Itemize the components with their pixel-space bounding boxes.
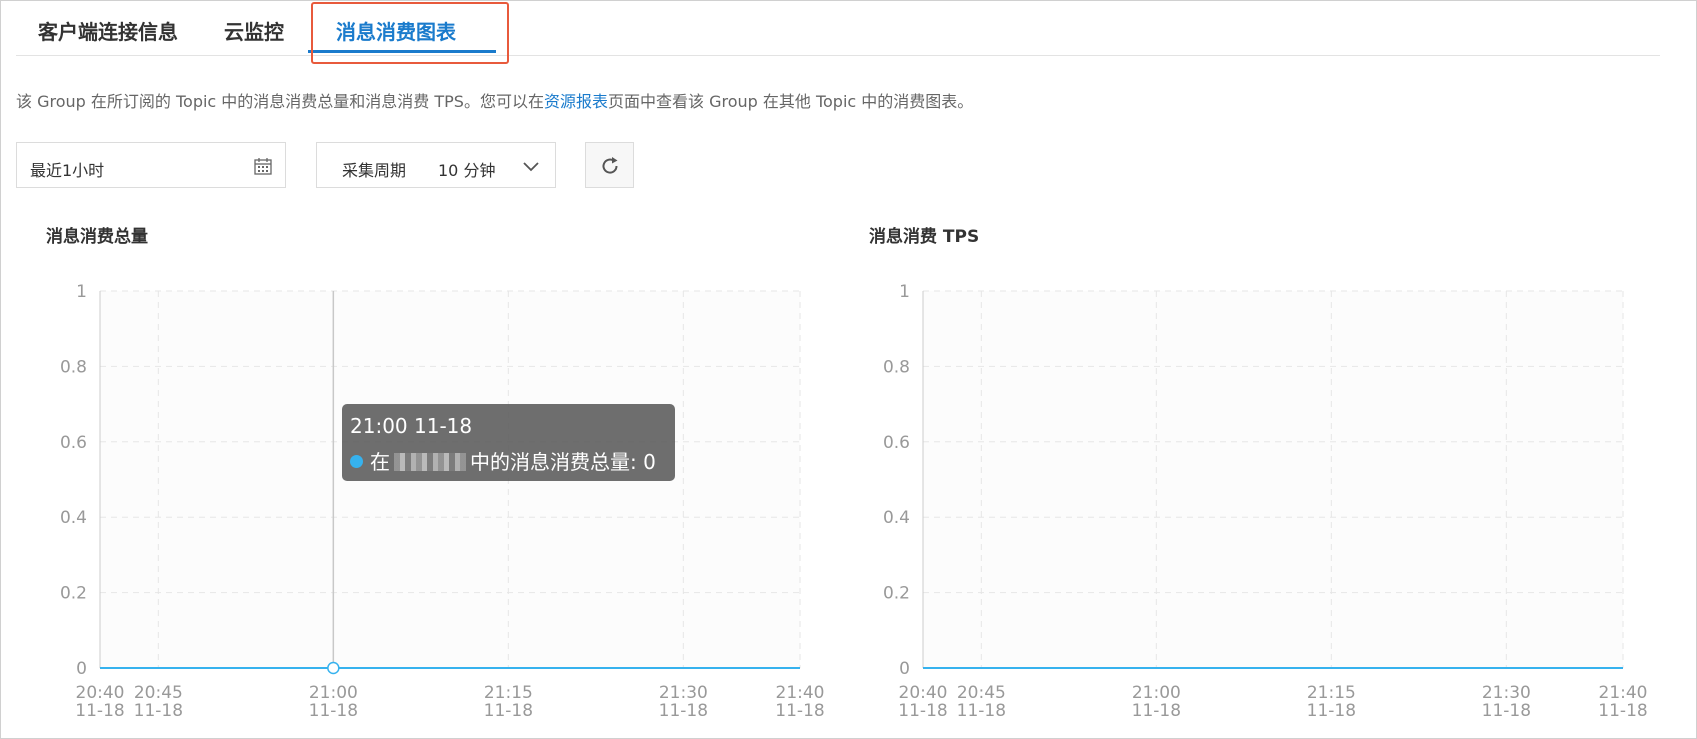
x-tick-time: 21:15	[484, 683, 533, 703]
y-tick-label: 0.4	[883, 508, 910, 528]
y-tick-label: 0.8	[883, 357, 910, 377]
x-tick-date: 11-18	[484, 701, 533, 721]
period-label: 采集周期	[342, 161, 407, 180]
tab-cloud-monitor[interactable]: 云监控	[224, 16, 284, 45]
chevron-down-icon	[523, 162, 539, 172]
x-tick-time: 21:00	[1132, 683, 1181, 703]
hover-point	[327, 661, 340, 675]
period-select[interactable]: 采集周期 10 分钟	[316, 142, 556, 188]
period-value: 10 分钟	[438, 161, 496, 180]
chart-consumption-tps: 00.20.40.60.8120:4011-1820:4511-1821:001…	[883, 282, 1648, 721]
x-tick-time: 21:30	[659, 683, 708, 703]
refresh-button[interactable]	[585, 142, 634, 188]
x-tick-time: 20:40	[899, 683, 948, 703]
tab-highlight-box	[311, 2, 509, 64]
x-tick-date: 11-18	[775, 701, 824, 721]
tooltip-value-row: 在 中的消息消费总量: 0	[350, 446, 656, 475]
calendar-icon	[254, 158, 272, 175]
tooltip-prefix: 在	[370, 450, 390, 474]
x-tick-date: 11-18	[309, 701, 358, 721]
series-color-dot	[350, 455, 363, 468]
refresh-icon	[602, 157, 618, 174]
date-range-value: 最近1小时	[30, 161, 105, 180]
tooltip-suffix: 中的消息消费总量: 0	[470, 450, 656, 474]
y-tick-label: 0.2	[60, 584, 87, 604]
plot-area	[923, 291, 1623, 668]
x-tick-date: 11-18	[1482, 701, 1531, 721]
description-text-before: 该 Group 在所订阅的 Topic 中的消息消费总量和消息消费 TPS。您可…	[16, 92, 544, 111]
y-tick-label: 0.8	[60, 357, 87, 377]
resource-report-link[interactable]: 资源报表	[544, 92, 608, 111]
x-tick-date: 11-18	[1598, 701, 1647, 721]
date-range-picker[interactable]: 最近1小时	[16, 142, 286, 188]
y-tick-label: 0	[899, 659, 910, 679]
redacted-topic-name	[394, 453, 466, 471]
y-tick-label: 0	[76, 659, 87, 679]
y-tick-label: 1	[76, 282, 87, 302]
x-tick-time: 20:45	[957, 683, 1006, 703]
x-tick-date: 11-18	[957, 701, 1006, 721]
chart-title-total: 消息消费总量	[46, 227, 148, 247]
tab-bar: 客户端连接信息 云监控 消息消费图表	[16, 0, 1660, 56]
chart-consumption-total: 00.20.40.60.8120:4011-1820:4511-1821:001…	[60, 282, 825, 721]
description-text-after: 页面中查看该 Group 在其他 Topic 中的消费图表。	[607, 92, 974, 111]
x-tick-date: 11-18	[75, 701, 124, 721]
chart-tooltip: 21:00 11-18 在 中的消息消费总量: 0	[342, 404, 675, 481]
y-tick-label: 0.4	[60, 508, 87, 528]
tab-client-connections[interactable]: 客户端连接信息	[38, 16, 178, 45]
x-tick-time: 21:40	[776, 683, 825, 703]
tooltip-time: 21:00 11-18	[350, 414, 473, 438]
description: 该 Group 在所订阅的 Topic 中的消息消费总量和消息消费 TPS。您可…	[16, 88, 973, 112]
x-tick-time: 20:45	[134, 683, 183, 703]
x-tick-date: 11-18	[898, 701, 947, 721]
x-tick-date: 11-18	[1132, 701, 1181, 721]
y-tick-label: 1	[899, 282, 910, 302]
y-tick-label: 0.2	[883, 584, 910, 604]
x-tick-date: 11-18	[659, 701, 708, 721]
x-tick-time: 21:40	[1599, 683, 1648, 703]
x-tick-date: 11-18	[1307, 701, 1356, 721]
x-tick-date: 11-18	[134, 701, 183, 721]
y-tick-label: 0.6	[883, 433, 910, 453]
x-tick-time: 21:00	[309, 683, 358, 703]
x-tick-time: 20:40	[76, 683, 125, 703]
x-tick-time: 21:30	[1482, 683, 1531, 703]
x-tick-time: 21:15	[1307, 683, 1356, 703]
chart-title-tps: 消息消费 TPS	[869, 227, 980, 247]
y-tick-label: 0.6	[60, 433, 87, 453]
